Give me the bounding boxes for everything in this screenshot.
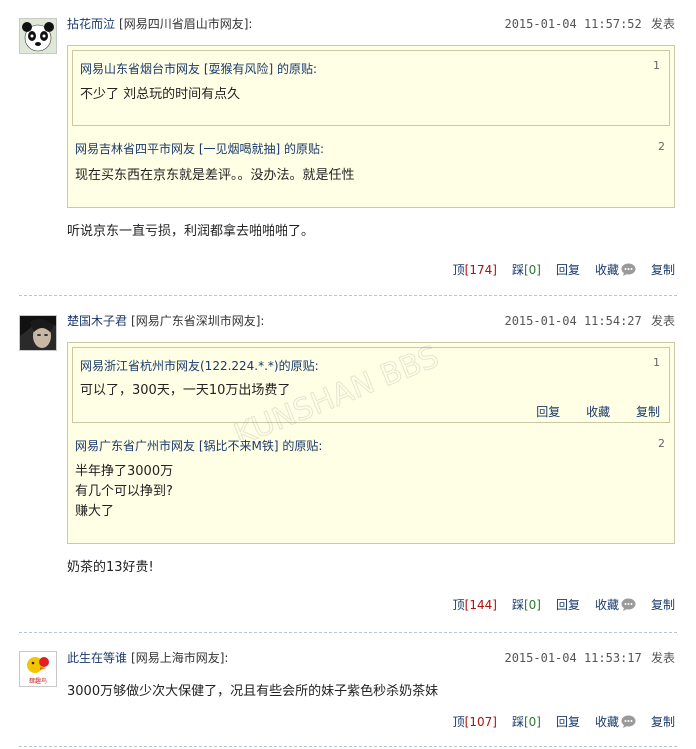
nested-quote: 网易浙江省杭州市网友(122.224.*.*)的原贴: 1 可以了，300天，一… (72, 347, 670, 423)
upvote-button[interactable]: 顶[174] (453, 261, 497, 278)
downvote-label: 踩 (511, 598, 524, 612)
quote-reply-button[interactable]: 回复 (536, 405, 560, 419)
quote-text: 赚大了 (75, 504, 115, 519)
post-datetime: 2015-01-04 11:54:27 (504, 314, 642, 328)
post-meta: 2015-01-04 11:54:27 发表 (504, 312, 675, 329)
avatar-logo-text: 肆趣鸟 (28, 678, 47, 685)
upvote-count: [144] (464, 598, 497, 612)
downvote-label: 踩 (511, 715, 524, 729)
username[interactable]: 拈花而泣 (67, 17, 115, 31)
quote-text: 可以了，300天，一天10万出场费了 (80, 383, 291, 398)
copy-button[interactable]: 复制 (651, 261, 675, 278)
chat-bubble-icon[interactable] (621, 598, 636, 611)
downvote-button[interactable]: 踩[0] (512, 261, 541, 278)
panda-avatar[interactable] (19, 18, 57, 54)
person-avatar[interactable] (19, 315, 57, 351)
logo-avatar[interactable]: 肆趣鸟 (19, 651, 57, 687)
person-icon (20, 316, 56, 350)
post-divider (19, 632, 677, 633)
favorite-button[interactable]: 收藏 (595, 596, 619, 613)
user-line: 此生在等谁 [网易上海市网友]: (67, 649, 228, 666)
copy-button[interactable]: 复制 (651, 713, 675, 730)
post-datetime: 2015-01-04 11:57:52 (504, 17, 642, 31)
post-divider (19, 295, 677, 296)
comment-text: 奶茶的13好贵! (67, 560, 154, 575)
quote-header[interactable]: 网易广东省广州市网友 [锅比不来M铁] 的原贴: (75, 437, 322, 454)
downvote-button[interactable]: 踩[0] (512, 713, 541, 730)
favorite-button[interactable]: 收藏 (595, 713, 619, 730)
quote-text: 有几个可以挣到? (75, 484, 173, 499)
post-meta: 2015-01-04 11:53:17 发表 (504, 649, 675, 666)
reply-button[interactable]: 回复 (556, 596, 580, 613)
upvote-label: 顶 (452, 263, 465, 277)
quote-floor-number: 1 (653, 59, 660, 72)
user-location: [网易上海市网友]: (131, 651, 229, 665)
quote-floor-number: 1 (653, 356, 660, 369)
upvote-label: 顶 (452, 598, 465, 612)
comment-text: 听说京东一直亏损，利润都拿去啪啪啪了。 (67, 224, 315, 239)
copy-button[interactable]: 复制 (651, 596, 675, 613)
upvote-count: [107] (464, 715, 497, 729)
quote-header[interactable]: 网易山东省烟台市网友 [耍猴有风险] 的原贴: (80, 60, 317, 77)
quote-header[interactable]: 网易吉林省四平市网友 [一见烟喝就抽] 的原贴: (75, 140, 324, 157)
downvote-count: [0] (523, 715, 541, 729)
upvote-button[interactable]: 顶[107] (453, 713, 497, 730)
user-line: 拈花而泣 [网易四川省眉山市网友]: (67, 15, 252, 32)
quote-text: 半年挣了3000万 (75, 464, 174, 479)
user-location: [网易广东省深圳市网友]: (131, 314, 265, 328)
post-meta: 2015-01-04 11:57:52 发表 (504, 15, 675, 32)
quote-header[interactable]: 网易浙江省杭州市网友(122.224.*.*)的原贴: (80, 357, 319, 374)
panda-icon (20, 19, 56, 53)
publish-label: 发表 (650, 314, 675, 328)
publish-label: 发表 (650, 651, 675, 665)
reply-button[interactable]: 回复 (556, 261, 580, 278)
publish-label: 发表 (650, 17, 675, 31)
post-actions: 顶[174] 踩[0] 回复 收藏 复制 (438, 261, 675, 278)
downvote-count: [0] (523, 263, 541, 277)
quote-favorite-button[interactable]: 收藏 (586, 405, 610, 419)
chat-bubble-icon[interactable] (621, 263, 636, 276)
quote-text: 现在买东西在京东就是差评。。没办法。就是任性 (75, 168, 355, 183)
upvote-count: [174] (464, 263, 497, 277)
comment-text: 3000万够做少次大保健了，况且有些会所的妹子紫色秒杀奶茶妹 (67, 684, 439, 699)
username[interactable]: 此生在等谁 (67, 651, 127, 665)
quote-block: 网易浙江省杭州市网友(122.224.*.*)的原贴: 1 可以了，300天，一… (67, 342, 675, 544)
user-line: 楚国木子君 [网易广东省深圳市网友]: (67, 312, 264, 329)
quote-floor-number: 2 (658, 140, 665, 153)
quote-copy-button[interactable]: 复制 (636, 405, 660, 419)
reply-button[interactable]: 回复 (556, 713, 580, 730)
nested-quote: 网易山东省烟台市网友 [耍猴有风险] 的原贴: 1 不少了 刘总玩的时间有点久 (72, 50, 670, 126)
user-location: [网易四川省眉山市网友]: (119, 17, 253, 31)
upvote-label: 顶 (452, 715, 465, 729)
post-actions: 顶[107] 踩[0] 回复 收藏 复制 (438, 713, 675, 730)
username[interactable]: 楚国木子君 (67, 314, 127, 328)
upvote-button[interactable]: 顶[144] (453, 596, 497, 613)
post-divider (19, 746, 677, 747)
downvote-count: [0] (523, 598, 541, 612)
quote-actions: 回复 收藏 复制 (514, 403, 660, 420)
post-actions: 顶[144] 踩[0] 回复 收藏 复制 (438, 596, 675, 613)
quote-floor-number: 2 (658, 437, 665, 450)
quote-block: 网易山东省烟台市网友 [耍猴有风险] 的原贴: 1 不少了 刘总玩的时间有点久 … (67, 45, 675, 208)
chat-bubble-icon[interactable] (621, 715, 636, 728)
quote-text: 不少了 刘总玩的时间有点久 (80, 87, 241, 102)
favorite-button[interactable]: 收藏 (595, 261, 619, 278)
downvote-button[interactable]: 踩[0] (512, 596, 541, 613)
post-datetime: 2015-01-04 11:53:17 (504, 651, 642, 665)
downvote-label: 踩 (511, 263, 524, 277)
